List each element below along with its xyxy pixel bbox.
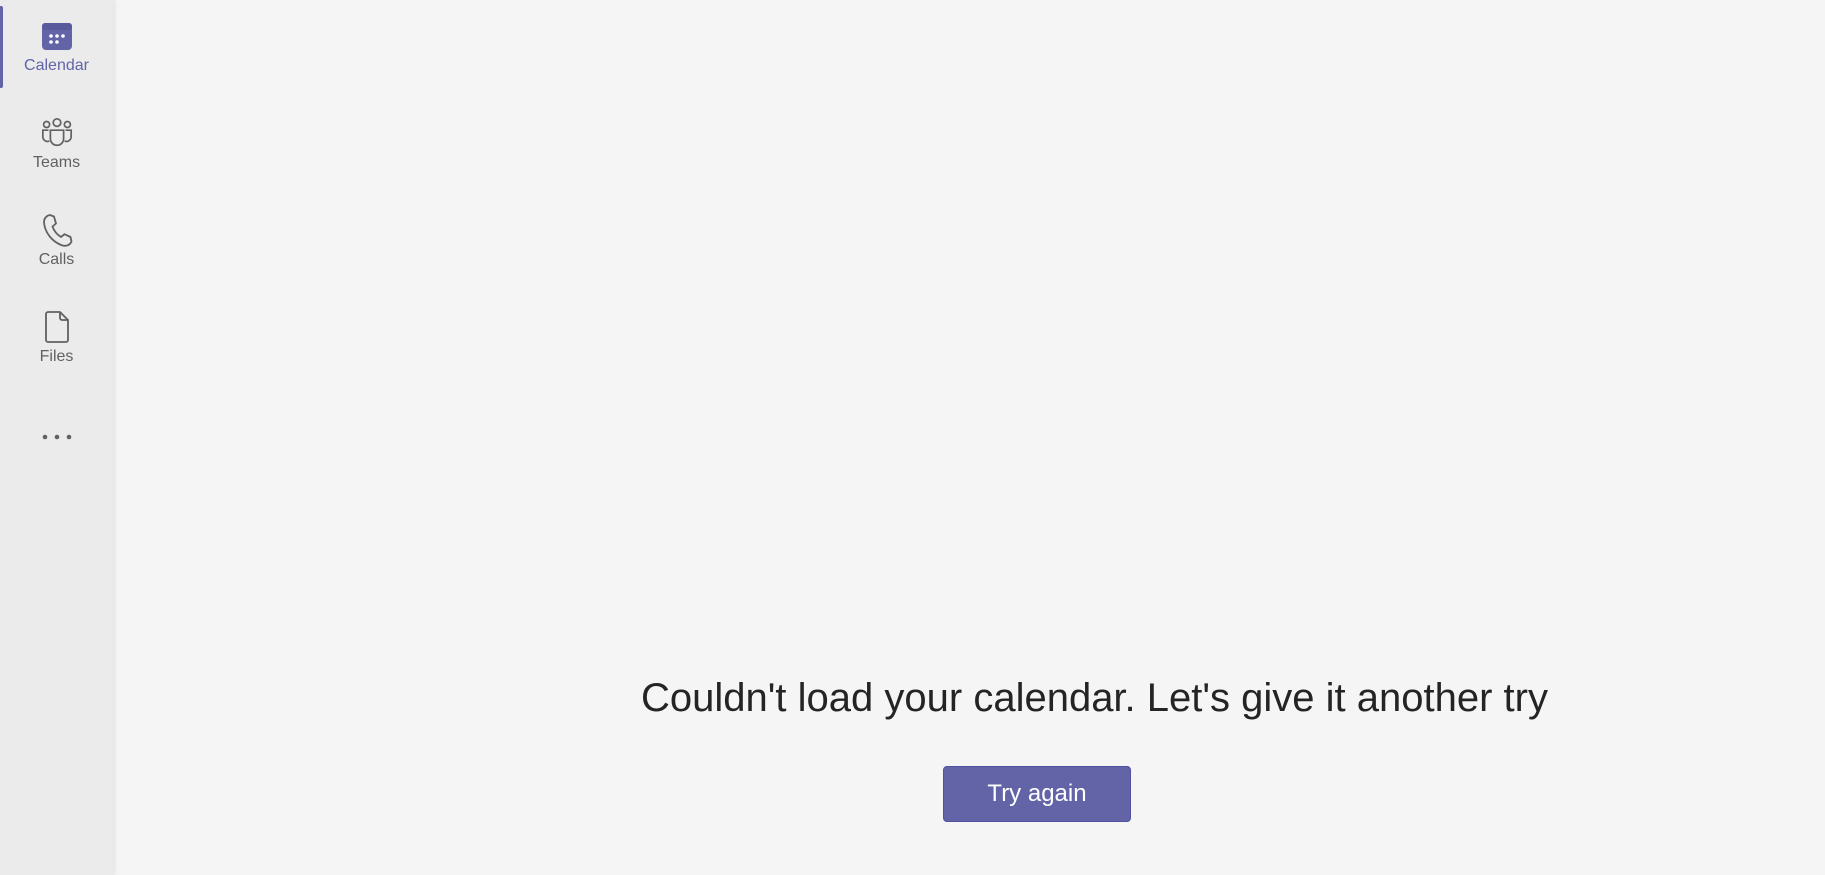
app-bar-item-label: Calendar xyxy=(24,57,89,74)
teams-icon xyxy=(40,116,74,150)
app-bar-item-files[interactable]: Files xyxy=(0,295,113,381)
phone-icon xyxy=(40,213,74,247)
more-apps-button[interactable] xyxy=(0,415,113,457)
app-bar-item-calendar[interactable]: Calendar xyxy=(0,4,113,90)
calendar-content-area xyxy=(113,0,1825,875)
app-bar-item-teams[interactable]: Teams xyxy=(0,101,113,187)
error-message: Couldn't load your calendar. Let's give … xyxy=(641,676,1548,720)
app-bar-item-label: Files xyxy=(39,348,74,365)
more-horizontal-icon xyxy=(42,427,72,445)
app-bar-item-calls[interactable]: Calls xyxy=(0,198,113,284)
try-again-button[interactable]: Try again xyxy=(943,766,1131,822)
file-icon xyxy=(40,310,74,344)
app-bar-item-label: Calls xyxy=(38,251,75,268)
calendar-icon xyxy=(40,19,74,53)
app-bar-item-label: Teams xyxy=(32,154,81,171)
app-bar: Calendar Teams Calls Files xyxy=(0,0,113,875)
app-window: Calendar Teams Calls Files Couldn't load… xyxy=(0,0,1825,875)
